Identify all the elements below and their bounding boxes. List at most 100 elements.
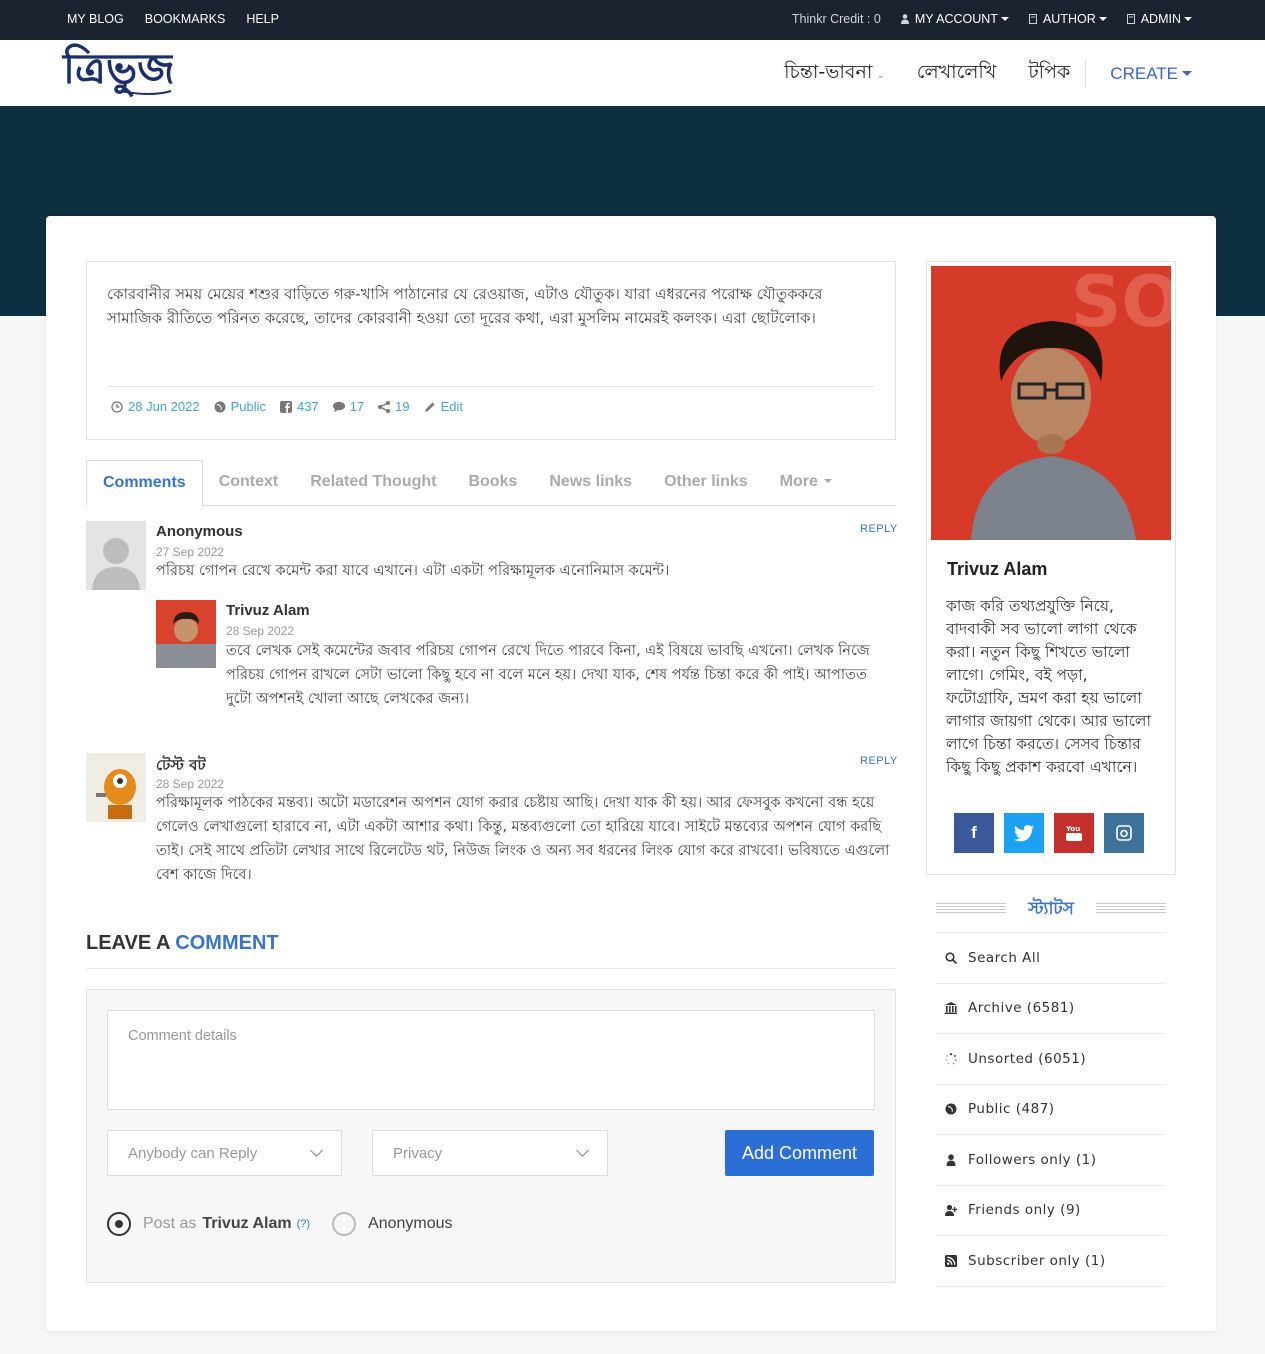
thought-meta: 28 Jun 2022 Public 437 17 19 Edit (111, 399, 463, 414)
comment-count-link[interactable]: 17 (332, 399, 365, 414)
youtube-button[interactable]: You (1054, 813, 1094, 853)
divider (86, 968, 896, 969)
site-logo[interactable]: ত্রিভুজ (61, 41, 173, 97)
post-as-user-radio[interactable] (107, 1212, 131, 1236)
stats-item-label: Followers only (1) (968, 1151, 1097, 1168)
tab-other-links[interactable]: Other links (648, 460, 764, 506)
author-menu[interactable]: AUTHOR (1028, 12, 1107, 26)
tab-more-label: More (779, 473, 818, 490)
visibility-label: Public (230, 399, 266, 414)
tab-more[interactable]: More (764, 460, 848, 506)
search-icon (945, 952, 957, 964)
select-value: Privacy (393, 1145, 443, 1162)
privacy-select[interactable]: Privacy (372, 1130, 608, 1176)
nav-label: চিন্তা-ভাবনা (784, 61, 873, 83)
instagram-icon (1116, 825, 1132, 841)
user-icon (900, 14, 909, 24)
comment-count: 17 (349, 399, 365, 414)
select-value: Anybody can Reply (128, 1145, 258, 1162)
author-photo: SOI (931, 266, 1171, 540)
stats-header: স্ট্যাটস (936, 896, 1166, 920)
caret-down-icon (823, 479, 832, 483)
stats-item-archive[interactable]: Archive (6581) (936, 984, 1166, 1034)
post-as-options: Post as Trivuz Alam (?) Anonymous (107, 1212, 453, 1236)
tab-context[interactable]: Context (203, 460, 295, 506)
nav-topic[interactable]: টপিক (1028, 58, 1070, 90)
caret-down-icon (1000, 17, 1009, 21)
author-bio: কাজ করি তথ্যপ্রযুক্তি নিয়ে, বাদবাকী সব … (946, 597, 1151, 776)
spinner-icon (945, 1052, 957, 1065)
stats-item-unsorted[interactable]: Unsorted (6051) (936, 1034, 1166, 1085)
facebook-button[interactable]: f (954, 813, 994, 853)
reply-permission-select[interactable]: Anybody can Reply (107, 1130, 342, 1176)
comment-date: 28 Sep 2022 (156, 777, 225, 791)
caret-down-icon (1184, 17, 1192, 21)
edit-link[interactable]: Edit (424, 399, 463, 414)
share-count-link[interactable]: 19 (378, 399, 410, 414)
instagram-button[interactable] (1104, 813, 1144, 853)
my-account-menu[interactable]: MY ACCOUNT (900, 12, 1009, 26)
pencil-icon (424, 402, 435, 412)
thought-box: কোরবানীর সময় মেয়ের শশুর বাড়িতে গরু-খা… (86, 261, 896, 440)
user-plus-icon (945, 1205, 957, 1217)
tab-books[interactable]: Books (452, 460, 533, 506)
stats-item-public[interactable]: Public (487) (936, 1085, 1166, 1135)
main-nav: চিন্তা-ভাবনা ⌄ লেখালেখি টপিক CREATE (752, 58, 1192, 90)
facebook-count-link[interactable]: 437 (280, 399, 319, 414)
facebook-icon (280, 400, 292, 413)
stats-list: Search All Archive (6581) Unsorted (6051… (936, 932, 1166, 1287)
comment-author: টেস্ট বট (156, 756, 206, 774)
help-link[interactable]: HELP (246, 12, 279, 26)
stats-title: স্ট্যাটস (1028, 899, 1074, 919)
admin-label: ADMIN (1140, 12, 1181, 26)
help-link[interactable]: (?) (297, 1218, 310, 1230)
add-comment-button[interactable]: Add Comment (725, 1130, 874, 1176)
stats-item-label: Archive (6581) (968, 1000, 1075, 1017)
archive-icon (945, 1002, 957, 1015)
anonymous-label: Anonymous (368, 1215, 453, 1232)
user-icon (946, 1154, 956, 1166)
heading-accent: COMMENT (175, 932, 279, 954)
reply-button[interactable]: REPLY (860, 523, 898, 535)
stats-item-label: Unsorted (6051) (968, 1050, 1087, 1067)
bookmarks-link[interactable]: BOOKMARKS (145, 12, 226, 26)
stats-item-friends-only[interactable]: Friends only (9) (936, 1186, 1166, 1236)
stats-item-label: Search All (968, 949, 1041, 966)
post-anonymous-radio[interactable] (332, 1212, 357, 1236)
stats-item-followers-only[interactable]: Followers only (1) (936, 1135, 1166, 1186)
tab-news-links[interactable]: News links (533, 460, 648, 506)
my-blog-link[interactable]: MY BLOG (67, 12, 124, 26)
top-bar: MY BLOG BOOKMARKS HELP Thinkr Credit : 0… (0, 0, 1265, 40)
youtube-icon: You (1066, 825, 1082, 841)
reply-button[interactable]: REPLY (860, 755, 898, 767)
stats-item-subscriber-only[interactable]: Subscriber only (1) (936, 1236, 1166, 1287)
author-profile-card: SOI Trivuz Alam কাজ করি তথ্যপ্রযুক্তি নি… (926, 261, 1176, 875)
visibility-link[interactable]: Public (214, 399, 266, 414)
nav-chinta-bhabna[interactable]: চিন্তা-ভাবনা ⌄ (784, 58, 885, 90)
comment-details-input[interactable]: Comment details (107, 1010, 875, 1110)
reply-author: Trivuz Alam (226, 602, 310, 619)
stats-item-label: Friends only (9) (968, 1202, 1081, 1219)
tab-related-thought[interactable]: Related Thought (294, 460, 452, 506)
book-icon (1126, 14, 1135, 24)
comment-author: Anonymous (156, 523, 243, 540)
comment-form: Comment details Anybody can Reply Privac… (86, 989, 896, 1283)
create-menu[interactable]: CREATE (1110, 64, 1192, 84)
thought-date: 28 Jun 2022 (128, 399, 200, 414)
facebook-icon: f (971, 823, 977, 842)
date-link[interactable]: 28 Jun 2022 (111, 399, 200, 414)
nav-lekhalekhi[interactable]: লেখালেখি (917, 58, 997, 90)
author-name: Trivuz Alam (947, 559, 1048, 579)
caret-down-icon (1098, 17, 1107, 21)
content-card: কোরবানীর সময় মেয়ের শশুর বাড়িতে গরু-খা… (46, 216, 1216, 1331)
clock-icon (111, 400, 123, 413)
test-bot-avatar (86, 753, 146, 822)
leave-comment-heading: LEAVE A COMMENT (86, 932, 279, 955)
reply-text: তবে লেখক সেই কমেন্টের জবাব পরিচয় গোপন র… (226, 643, 870, 707)
stats-item-search-all[interactable]: Search All (936, 933, 1166, 984)
admin-menu[interactable]: ADMIN (1126, 12, 1192, 26)
twitter-button[interactable] (1004, 813, 1044, 853)
comment-date: 27 Sep 2022 (156, 545, 225, 559)
tab-comments[interactable]: Comments (86, 460, 203, 507)
book-icon (1028, 14, 1037, 24)
